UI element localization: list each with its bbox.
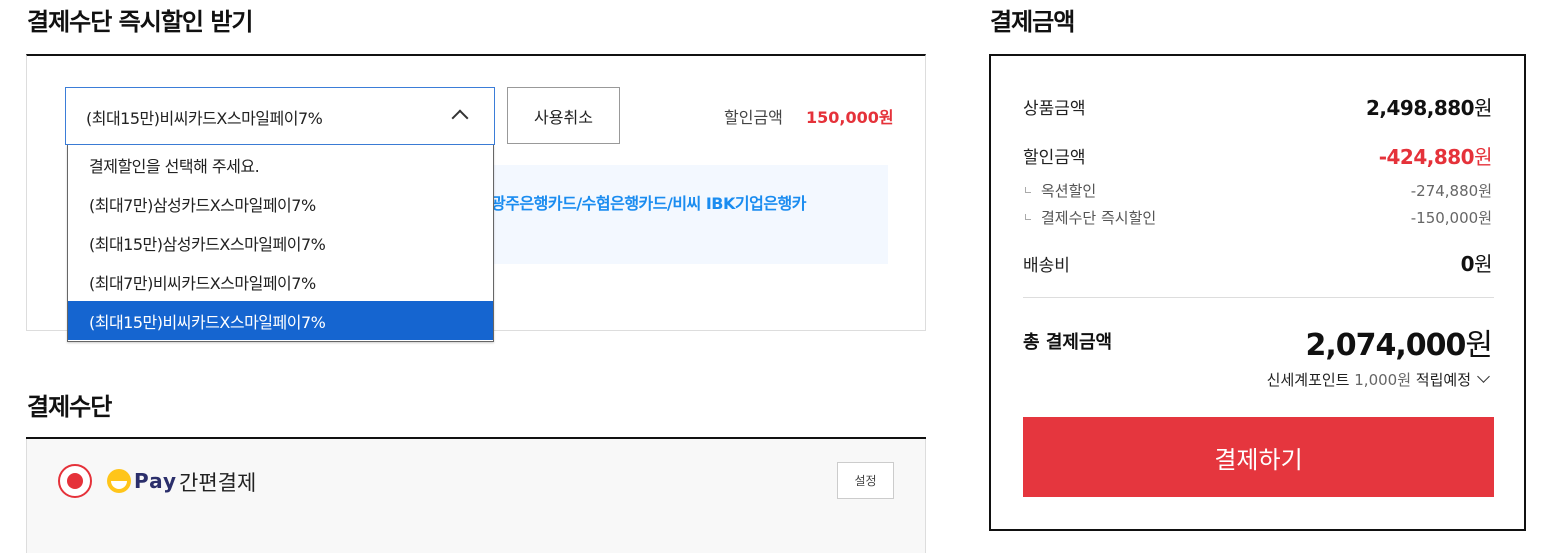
payment-method-panel: [26, 439, 926, 553]
tree-branch-icon: [1025, 214, 1031, 220]
product-amount-value: 2,498,880원: [1365, 96, 1493, 120]
dropdown-option[interactable]: (최대7만)비씨카드X스마일페이7%: [68, 262, 493, 301]
discount-amount-label: 할인금액: [724, 108, 783, 127]
card-info-text: 광주은행카드/수협은행카드/비씨 IBK기업은행카: [491, 194, 807, 213]
discount-total-label: 할인금액: [1023, 148, 1086, 168]
tree-branch-icon: [1025, 187, 1031, 193]
dropdown-option[interactable]: 결제할인을 선택해 주세요.: [68, 145, 493, 184]
discount-select-value: (최대15만)비씨카드X스마일페이7%: [86, 109, 323, 128]
discount-amount-value: 150,000원: [806, 108, 894, 127]
pay-brand-text: Pay: [134, 469, 178, 493]
auction-discount-label: 옥션할인: [1025, 180, 1096, 201]
dropdown-option[interactable]: (최대7만)삼성카드X스마일페이7%: [68, 184, 493, 223]
discount-section-title: 결제수단 즉시할인 받기: [27, 8, 254, 36]
points-info[interactable]: 신세계포인트 1,000원 적립예정: [1267, 369, 1490, 390]
instant-discount-label: 결제수단 즉시할인: [1025, 207, 1156, 228]
chevron-up-icon: [451, 109, 469, 127]
total-amount-value: 2,074,000원: [1305, 328, 1493, 363]
discount-select[interactable]: (최대15만)비씨카드X스마일페이7%: [65, 87, 495, 145]
payment-amount-title: 결제금액: [990, 8, 1075, 36]
dropdown-option-selected[interactable]: (최대15만)비씨카드X스마일페이7%: [68, 301, 493, 340]
instant-discount-value: -150,000원: [1410, 209, 1492, 227]
divider: [1023, 297, 1494, 298]
dropdown-option[interactable]: (최대15만)삼성카드X스마일페이7%: [68, 223, 493, 262]
chevron-down-icon: [1477, 370, 1490, 383]
product-amount-label: 상품금액: [1023, 99, 1086, 119]
smile-pay-logo-icon: [107, 469, 131, 493]
easy-pay-radio[interactable]: [58, 464, 92, 498]
shipping-value: 0원: [1460, 252, 1493, 276]
settings-button[interactable]: 설정: [837, 462, 894, 499]
payment-method-title: 결제수단: [27, 393, 112, 421]
discount-dropdown-list: 결제할인을 선택해 주세요. (최대7만)삼성카드X스마일페이7% (최대15만…: [67, 145, 494, 342]
shipping-label: 배송비: [1023, 256, 1070, 276]
pay-button[interactable]: 결제하기: [1023, 417, 1494, 497]
cancel-discount-button[interactable]: 사용취소: [507, 87, 620, 144]
payment-summary-box: 상품금액 2,498,880원 할인금액 -424,880원 옥션할인 -274…: [989, 54, 1526, 531]
total-amount-label: 총 결제금액: [1023, 332, 1113, 353]
auction-discount-value: -274,880원: [1410, 182, 1492, 200]
easy-pay-label: 간편결제: [179, 471, 257, 495]
discount-total-value: -424,880원: [1378, 145, 1493, 169]
